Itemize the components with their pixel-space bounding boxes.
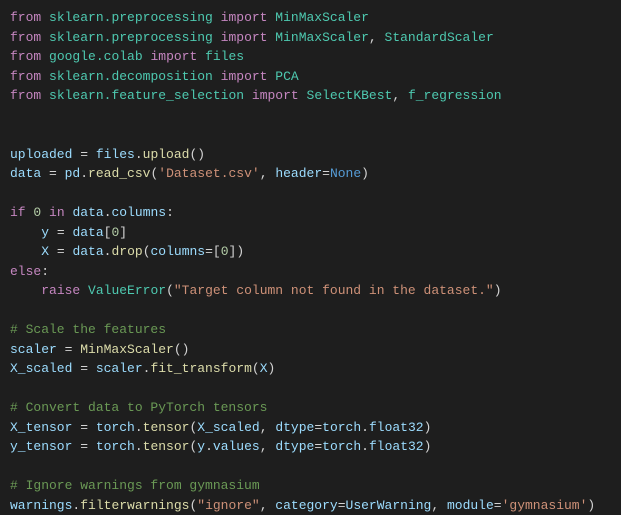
blank-line — [10, 457, 611, 477]
class-name: MinMaxScaler — [275, 10, 369, 25]
code-line: # Convert data to PyTorch tensors — [10, 398, 611, 418]
code-line: else: — [10, 262, 611, 282]
code-line: X = data.drop(columns=[0]) — [10, 242, 611, 262]
code-line: X_scaled = scaler.fit_transform(X) — [10, 359, 611, 379]
blank-line — [10, 301, 611, 321]
code-line: X_tensor = torch.tensor(X_scaled, dtype=… — [10, 418, 611, 438]
code-line: uploaded = files.upload() — [10, 145, 611, 165]
code-line: from google.colab import files — [10, 47, 611, 67]
code-line: data = pd.read_csv('Dataset.csv', header… — [10, 164, 611, 184]
blank-line — [10, 125, 611, 145]
code-line: y_tensor = torch.tensor(y.values, dtype=… — [10, 437, 611, 457]
code-line: from sklearn.feature_selection import Se… — [10, 86, 611, 106]
code-line: if 0 in data.columns: — [10, 203, 611, 223]
blank-line — [10, 106, 611, 126]
code-line: warnings.filterwarnings("ignore", catego… — [10, 496, 611, 515]
code-line: y = data[0] — [10, 223, 611, 243]
code-line: from sklearn.decomposition import PCA — [10, 67, 611, 87]
comment: # Ignore warnings from gymnasium — [10, 478, 260, 493]
keyword-import: import — [221, 10, 268, 25]
keyword-from: from — [10, 10, 41, 25]
code-line: scaler = MinMaxScaler() — [10, 340, 611, 360]
code-line: raise ValueError("Target column not foun… — [10, 281, 611, 301]
code-line: # Ignore warnings from gymnasium — [10, 476, 611, 496]
code-line: from sklearn.preprocessing import MinMax… — [10, 8, 611, 28]
code-line: from sklearn.preprocessing import MinMax… — [10, 28, 611, 48]
code-editor[interactable]: from sklearn.preprocessing import MinMax… — [10, 8, 611, 515]
comment: # Convert data to PyTorch tensors — [10, 400, 267, 415]
comment: # Scale the features — [10, 322, 166, 337]
module-path: sklearn.preprocessing — [49, 10, 213, 25]
code-line: # Scale the features — [10, 320, 611, 340]
blank-line — [10, 184, 611, 204]
blank-line — [10, 379, 611, 399]
